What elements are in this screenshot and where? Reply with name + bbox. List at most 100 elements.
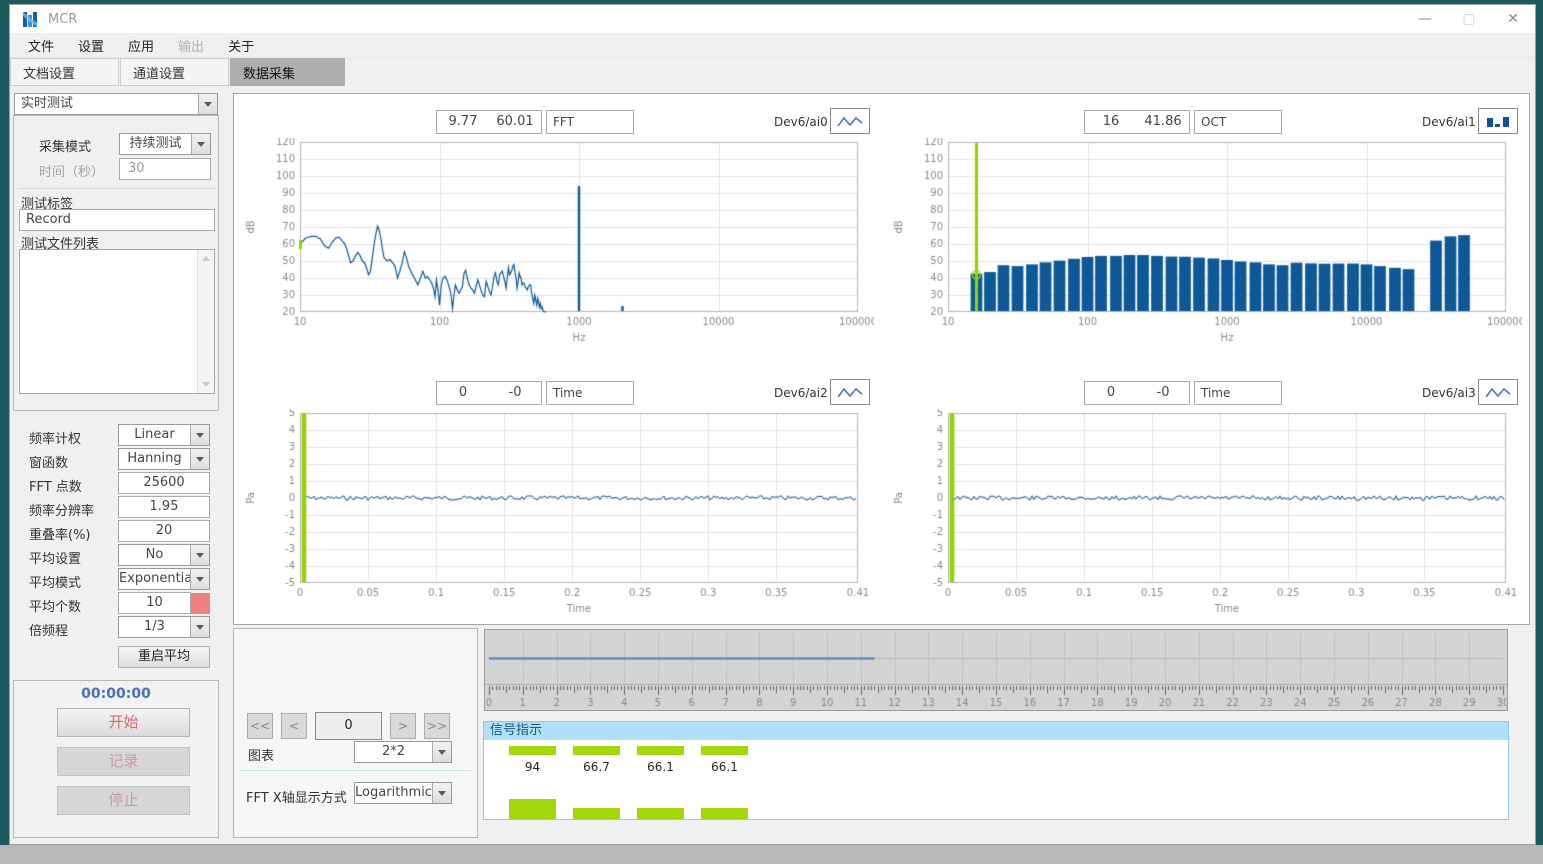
page-number-box[interactable]: 0 <box>315 712 382 740</box>
param-label: 频率分辨率 <box>29 500 94 519</box>
chevron-down-icon[interactable] <box>191 134 210 154</box>
param-select[interactable]: 1/3 <box>118 616 210 638</box>
divider <box>18 188 215 189</box>
param-label: 窗函数 <box>29 452 68 471</box>
cursor-y-value: 60.01 <box>489 111 541 133</box>
param-input[interactable]: 1.95 <box>118 496 210 518</box>
param-row-0: 频率计权Linear <box>13 424 219 448</box>
channel-label: Dev6/ai2 <box>774 386 828 400</box>
param-label: 倍频程 <box>29 620 68 639</box>
charts-panel: 9.77 60.01 FFT Dev6/ai0 16 41.86 OCT Dev… <box>233 93 1530 625</box>
menu-about[interactable]: 关于 <box>216 36 266 55</box>
stop-button: 停止 <box>57 786 190 815</box>
param-label: 平均模式 <box>29 572 81 591</box>
chevron-down-icon[interactable] <box>198 94 217 114</box>
tab-channel-settings[interactable]: 通道设置 <box>120 58 229 86</box>
oct-chart[interactable] <box>886 138 1522 352</box>
signal-value: 94 <box>509 760 556 774</box>
param-value: Exponential <box>119 569 190 589</box>
param-input[interactable]: 20 <box>118 520 210 542</box>
chevron-down-icon[interactable] <box>190 449 209 469</box>
test-label-input[interactable]: Record <box>19 209 215 231</box>
param-select[interactable]: No <box>118 544 210 566</box>
chart-type-input[interactable]: FFT <box>546 110 634 134</box>
cursor-y-value: -0 <box>1137 382 1189 404</box>
nav-last-button[interactable]: >> <box>424 713 450 739</box>
duration-label: 时间（秒） <box>39 161 104 180</box>
menu-apply[interactable]: 应用 <box>116 36 166 55</box>
param-input[interactable]: 25600 <box>118 472 210 494</box>
cursor-y-value: -0 <box>489 382 541 404</box>
record-timeline <box>484 629 1508 711</box>
chevron-down-icon[interactable] <box>190 617 209 637</box>
app-logo-icon <box>23 11 40 28</box>
bottom-gray-strip <box>0 845 1543 864</box>
acq-mode-value: 持续测试 <box>120 134 191 154</box>
param-row-8: 倍频程 1/3 <box>13 616 219 640</box>
param-label: 平均设置 <box>29 548 81 567</box>
nav-prev-button[interactable]: < <box>281 713 307 739</box>
acq-mode-select[interactable]: 持续测试 <box>119 133 211 155</box>
tab-bar: 文档设置 通道设置 数据采集 <box>10 58 1535 86</box>
param-select[interactable]: Linear <box>118 424 210 446</box>
menu-settings[interactable]: 设置 <box>66 36 116 55</box>
line-chart-icon[interactable] <box>1478 379 1518 405</box>
signal-meter-2: 66.7 <box>573 746 620 819</box>
title-bar: MCR — ▢ ✕ <box>10 5 1535 33</box>
chart-type-input[interactable]: Time <box>1194 381 1282 405</box>
nav-first-button[interactable]: << <box>247 713 273 739</box>
chevron-down-icon[interactable] <box>190 569 209 589</box>
timeline-ruler[interactable] <box>485 630 1507 710</box>
chart-layout-select[interactable]: 2*2 <box>354 741 452 763</box>
chart-cell-time-ai2: 0 -0 Time Dev6/ai2 <box>234 365 882 625</box>
line-chart-icon[interactable] <box>830 379 870 405</box>
menu-file[interactable]: 文件 <box>16 36 66 55</box>
chart-type-input[interactable]: OCT <box>1194 110 1282 134</box>
param-row-4: 重叠率(%)20 <box>13 520 219 544</box>
test-file-listbox[interactable] <box>19 249 215 394</box>
elapsed-timer: 00:00:00 <box>13 686 219 702</box>
cursor-x-value: 16 <box>1085 111 1137 133</box>
duration-input[interactable]: 30 <box>119 158 211 180</box>
level-bar <box>573 808 620 819</box>
param-select[interactable]: Hanning <box>118 448 210 470</box>
bar-chart-icon[interactable] <box>1478 108 1518 134</box>
param-input[interactable]: 10 <box>118 592 191 614</box>
chevron-down-icon[interactable] <box>190 425 209 445</box>
maximize-button[interactable]: ▢ <box>1447 5 1491 33</box>
fft-xaxis-value: Logarithmic <box>355 783 432 803</box>
minimize-button[interactable]: — <box>1403 5 1447 33</box>
chevron-down-icon[interactable] <box>432 742 451 762</box>
fft-xaxis-select[interactable]: Logarithmic <box>354 782 452 804</box>
restart-average-button[interactable]: 重启平均 <box>118 646 210 668</box>
start-button[interactable]: 开始 <box>57 708 190 737</box>
param-label: FFT 点数 <box>29 476 82 495</box>
scroll-up-icon[interactable] <box>198 250 214 267</box>
time-chart-ai2[interactable] <box>238 409 874 623</box>
level-bar <box>637 808 684 819</box>
chevron-down-icon[interactable] <box>190 545 209 565</box>
listbox-scrollbar[interactable] <box>197 250 214 393</box>
fft-chart[interactable] <box>238 138 874 352</box>
chart-cell-oct: 16 41.86 OCT Dev6/ai1 <box>882 94 1530 354</box>
param-row-5: 平均设置 No <box>13 544 219 568</box>
nav-next-button[interactable]: > <box>390 713 416 739</box>
tab-document-settings[interactable]: 文档设置 <box>10 58 119 86</box>
param-value: Linear <box>119 425 190 445</box>
signal-bar <box>573 746 620 755</box>
tab-data-acquisition[interactable]: 数据采集 <box>230 58 345 86</box>
close-button[interactable]: ✕ <box>1491 5 1535 33</box>
signal-meter-4: 66.1 <box>701 746 748 819</box>
chart-type-input[interactable]: Time <box>546 381 634 405</box>
test-mode-select[interactable]: 实时测试 <box>14 93 218 115</box>
scroll-down-icon[interactable] <box>198 376 214 393</box>
time-chart-ai3[interactable] <box>886 409 1522 623</box>
param-row-7: 平均个数10 <box>13 592 219 616</box>
chevron-down-icon[interactable] <box>432 783 451 803</box>
divider <box>240 770 472 771</box>
signal-indication-panel: 信号指示 94 66.7 66.1 66.1 <box>483 721 1509 820</box>
param-select[interactable]: Exponential <box>118 568 210 590</box>
display-control-panel: << < 0 > >> 图表 2*2 FFT X轴显示方式 Logarithmi… <box>233 628 478 838</box>
channel-label: Dev6/ai1 <box>1422 115 1476 129</box>
line-chart-icon[interactable] <box>830 108 870 134</box>
